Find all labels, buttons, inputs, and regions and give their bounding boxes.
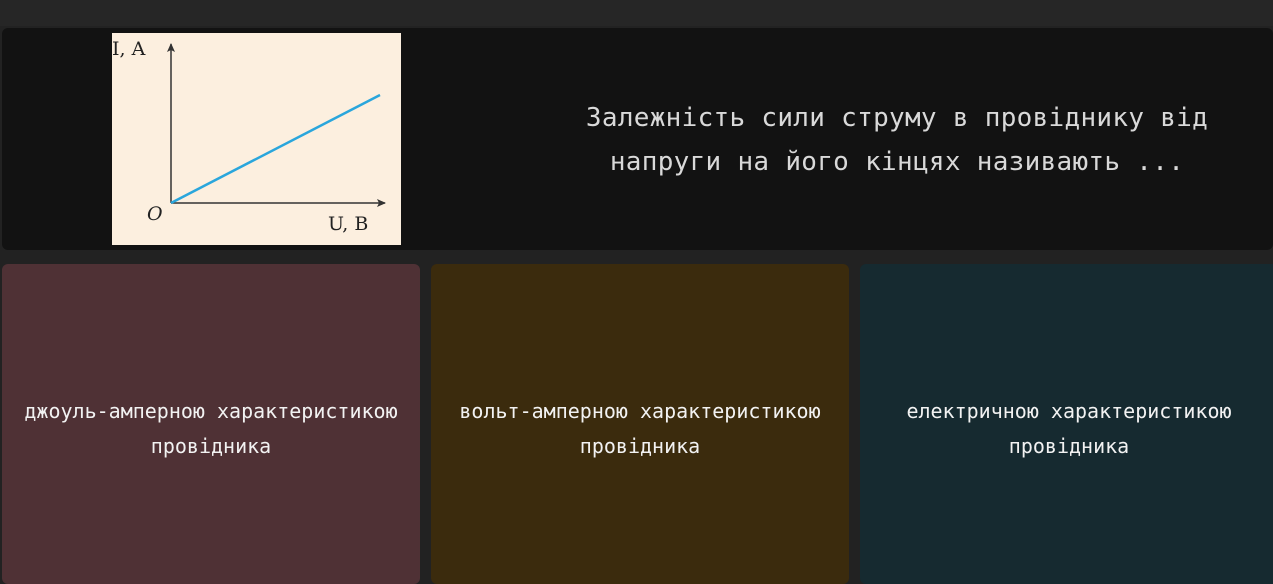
answer-option-3-label: електричною характеристикою провідника [906,399,1232,458]
y-axis-label: I, A [112,38,146,60]
top-bar [0,0,1273,26]
answer-option-3[interactable]: електричною характеристикою провідника [860,264,1273,584]
question-text: Залежність сили струму в провіднику від … [585,103,1209,177]
current-voltage-line [170,93,381,205]
answer-option-2-label: вольт-амперною характеристикою провідник… [459,399,821,458]
answer-option-1-label: джоуль-амперною характеристикою провідни… [24,399,398,458]
x-axis-label: U, B [328,213,368,235]
origin-label: O [147,203,163,225]
current-voltage-graph-image: I, A O U, B [112,33,401,245]
answer-option-2[interactable]: вольт-амперною характеристикою провідник… [431,264,849,584]
question-panel: I, A O U, B Залежність сили струму в про… [2,28,1273,250]
answer-option-1[interactable]: джоуль-амперною характеристикою провідни… [2,264,420,584]
graph-svg: I, A O U, B [112,38,386,235]
